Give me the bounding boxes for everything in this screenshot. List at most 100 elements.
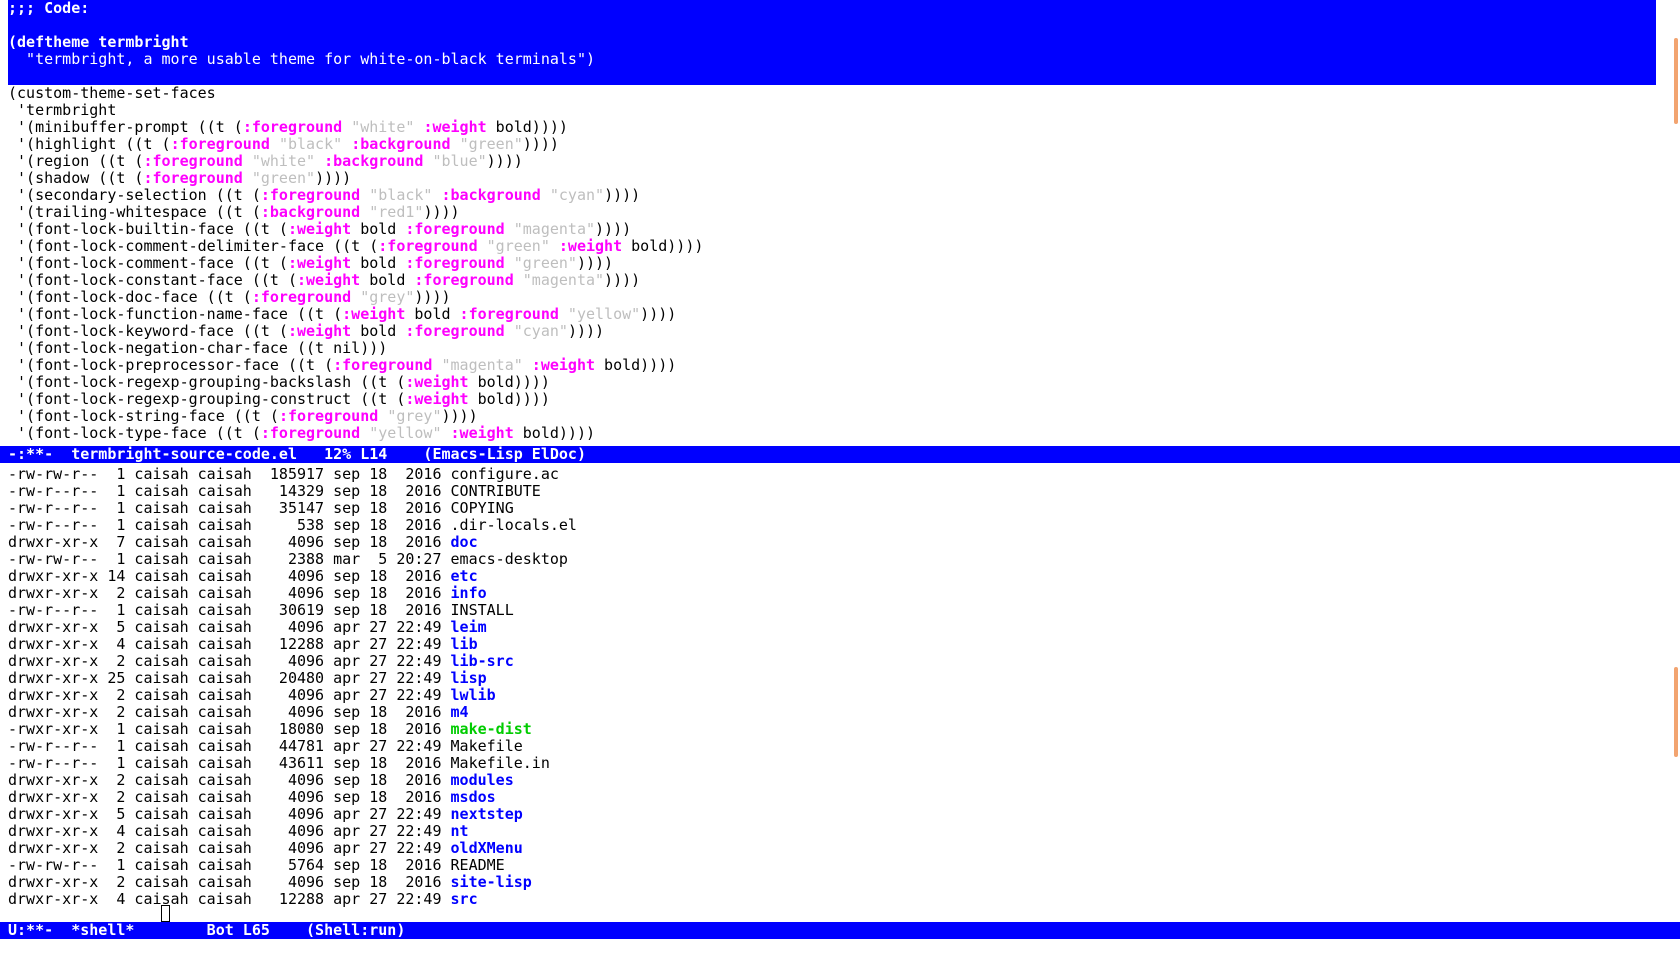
executable-name: make-dist xyxy=(450,720,532,738)
file-attributes: drwxr-xr-x 5 caisah caisah 4096 apr 27 2… xyxy=(8,805,451,823)
code-line: '(font-lock-constant-face ((t (:weight b… xyxy=(8,272,640,289)
keyword-token: :foreground xyxy=(260,186,361,204)
keyword-token: :weight xyxy=(342,305,406,323)
shell-listing-row: drwxr-xr-x 4 caisah caisah 12288 apr 27 … xyxy=(8,891,478,908)
code-token: bold)))) xyxy=(468,373,550,391)
code-token: bold)))) xyxy=(513,424,596,442)
shell-listing-row: drwxr-xr-x 2 caisah caisah 4096 sep 18 2… xyxy=(8,874,532,891)
code-token: )))) xyxy=(595,220,632,238)
shell-listing-row: -rw-r--r-- 1 caisah caisah 538 sep 18 20… xyxy=(8,517,577,534)
string-token: "yellow" xyxy=(567,305,641,323)
code-token: '(font-lock-doc-face ((t ( xyxy=(8,288,252,306)
keyword-token: :weight xyxy=(531,356,596,374)
keyword-token: :background xyxy=(324,152,424,170)
code-line: '(font-lock-regexp-grouping-construct ((… xyxy=(8,391,550,408)
shell-listing-row: drwxr-xr-x 25 caisah caisah 20480 apr 27… xyxy=(8,670,487,687)
code-token: )))) xyxy=(640,305,677,323)
file-attributes: drwxr-xr-x 2 caisah caisah 4096 apr 27 2… xyxy=(8,839,451,857)
code-token: )))) xyxy=(522,135,559,153)
echo-area[interactable] xyxy=(0,939,1680,956)
code-line: '(font-lock-function-name-face ((t (:wei… xyxy=(8,306,676,323)
file-attributes: -rwxr-xr-x 1 caisah caisah 18080 sep 18 … xyxy=(8,720,451,738)
file-attributes: drwxr-xr-x 2 caisah caisah 4096 sep 18 2… xyxy=(8,873,451,891)
shell-listing-row: -rw-rw-r-- 1 caisah caisah 2388 mar 5 20… xyxy=(8,551,568,568)
code-modeline: -:**- termbright-source-code.el 12% L14 … xyxy=(0,446,1680,463)
code-scroll-thumb[interactable] xyxy=(1674,38,1678,124)
keyword-token: :foreground xyxy=(242,118,343,136)
keyword-token: :foreground xyxy=(143,152,243,170)
string-token: "green" xyxy=(486,237,550,255)
keyword-token: :foreground xyxy=(405,220,505,238)
keyword-token: :weight xyxy=(296,271,361,289)
directory-name: lisp xyxy=(450,669,487,687)
code-token: )))) xyxy=(315,169,352,187)
file-name: README xyxy=(450,856,505,874)
keyword-token: :weight xyxy=(287,322,352,340)
shell-scroll-thumb[interactable] xyxy=(1674,667,1678,757)
directory-name: lib-src xyxy=(450,652,514,670)
file-name: configure.ac xyxy=(450,465,559,483)
code-line: '(region ((t (:foreground "white" :backg… xyxy=(8,153,523,170)
highlight-line: (deftheme termbright xyxy=(8,33,189,51)
code-token: bold)))) xyxy=(486,118,568,136)
shell-modeline: U:**- *shell* Bot L65 (Shell:run) xyxy=(0,922,1680,939)
shell-window[interactable]: -rw-rw-r-- 1 caisah caisah 185917 sep 18… xyxy=(0,463,1680,923)
directory-name: nt xyxy=(450,822,469,840)
keyword-token: :weight xyxy=(287,254,352,272)
file-attributes: drwxr-xr-x 2 caisah caisah 4096 sep 18 2… xyxy=(8,584,451,602)
file-name: Makefile xyxy=(450,737,523,755)
keyword-token: :foreground xyxy=(278,407,379,425)
code-token: '(font-lock-regexp-grouping-construct ((… xyxy=(8,390,406,408)
string-token: "cyan" xyxy=(549,186,605,204)
directory-name: msdos xyxy=(450,788,496,806)
code-token: '(region ((t ( xyxy=(8,152,144,170)
code-token: bold xyxy=(405,305,460,323)
code-line: '(trailing-whitespace ((t (:background "… xyxy=(8,204,460,221)
text-cursor xyxy=(161,905,170,922)
code-line: 'termbright xyxy=(8,102,116,119)
string-token: "white" xyxy=(351,118,415,136)
directory-name: oldXMenu xyxy=(450,839,523,857)
file-attributes: -rw-r--r-- 1 caisah caisah 538 sep 18 20… xyxy=(8,516,451,534)
code-token: (custom-theme-set-faces xyxy=(8,84,216,102)
directory-name: modules xyxy=(450,771,514,789)
directory-name: lib xyxy=(450,635,478,653)
shell-listing-row: -rw-rw-r-- 1 caisah caisah 5764 sep 18 2… xyxy=(8,857,505,874)
code-line: '(font-lock-regexp-grouping-backslash ((… xyxy=(8,374,550,391)
string-token: "white" xyxy=(251,152,316,170)
string-token: "grey" xyxy=(387,407,442,425)
code-token: )))) xyxy=(604,186,641,204)
file-name: CONTRIBUTE xyxy=(450,482,541,500)
file-attributes: drwxr-xr-x 2 caisah caisah 4096 sep 18 2… xyxy=(8,703,451,721)
keyword-token: :foreground xyxy=(405,322,505,340)
code-line: '(highlight ((t (:foreground "black" :ba… xyxy=(8,136,559,153)
file-attributes: drwxr-xr-x 4 caisah caisah 4096 apr 27 2… xyxy=(8,822,451,840)
code-token: '(secondary-selection ((t ( xyxy=(8,186,261,204)
file-attributes: -rw-r--r-- 1 caisah caisah 44781 apr 27 … xyxy=(8,737,451,755)
code-token: '(font-lock-type-face ((t ( xyxy=(8,424,261,442)
keyword-token: :weight xyxy=(450,424,514,442)
code-token: '(font-lock-regexp-grouping-backslash ((… xyxy=(8,373,406,391)
code-token: '(font-lock-comment-delimiter-face ((t ( xyxy=(8,237,379,255)
keyword-token: :weight xyxy=(287,220,352,238)
file-attributes: drwxr-xr-x 4 caisah caisah 12288 apr 27 … xyxy=(8,890,451,908)
string-token: "cyan" xyxy=(513,322,568,340)
shell-listing-row: drwxr-xr-x 2 caisah caisah 4096 apr 27 2… xyxy=(8,687,496,704)
keyword-token: :background xyxy=(351,135,451,153)
code-token: )))) xyxy=(486,152,523,170)
code-token: 'termbright xyxy=(8,101,117,119)
code-window[interactable]: ;;; Code: (deftheme termbright "termbrig… xyxy=(0,0,1680,446)
shell-listing-row: drwxr-xr-x 2 caisah caisah 4096 apr 27 2… xyxy=(8,653,514,670)
string-token: "black" xyxy=(278,135,343,153)
string-token: "magenta" xyxy=(441,356,523,374)
keyword-token: :weight xyxy=(558,237,623,255)
